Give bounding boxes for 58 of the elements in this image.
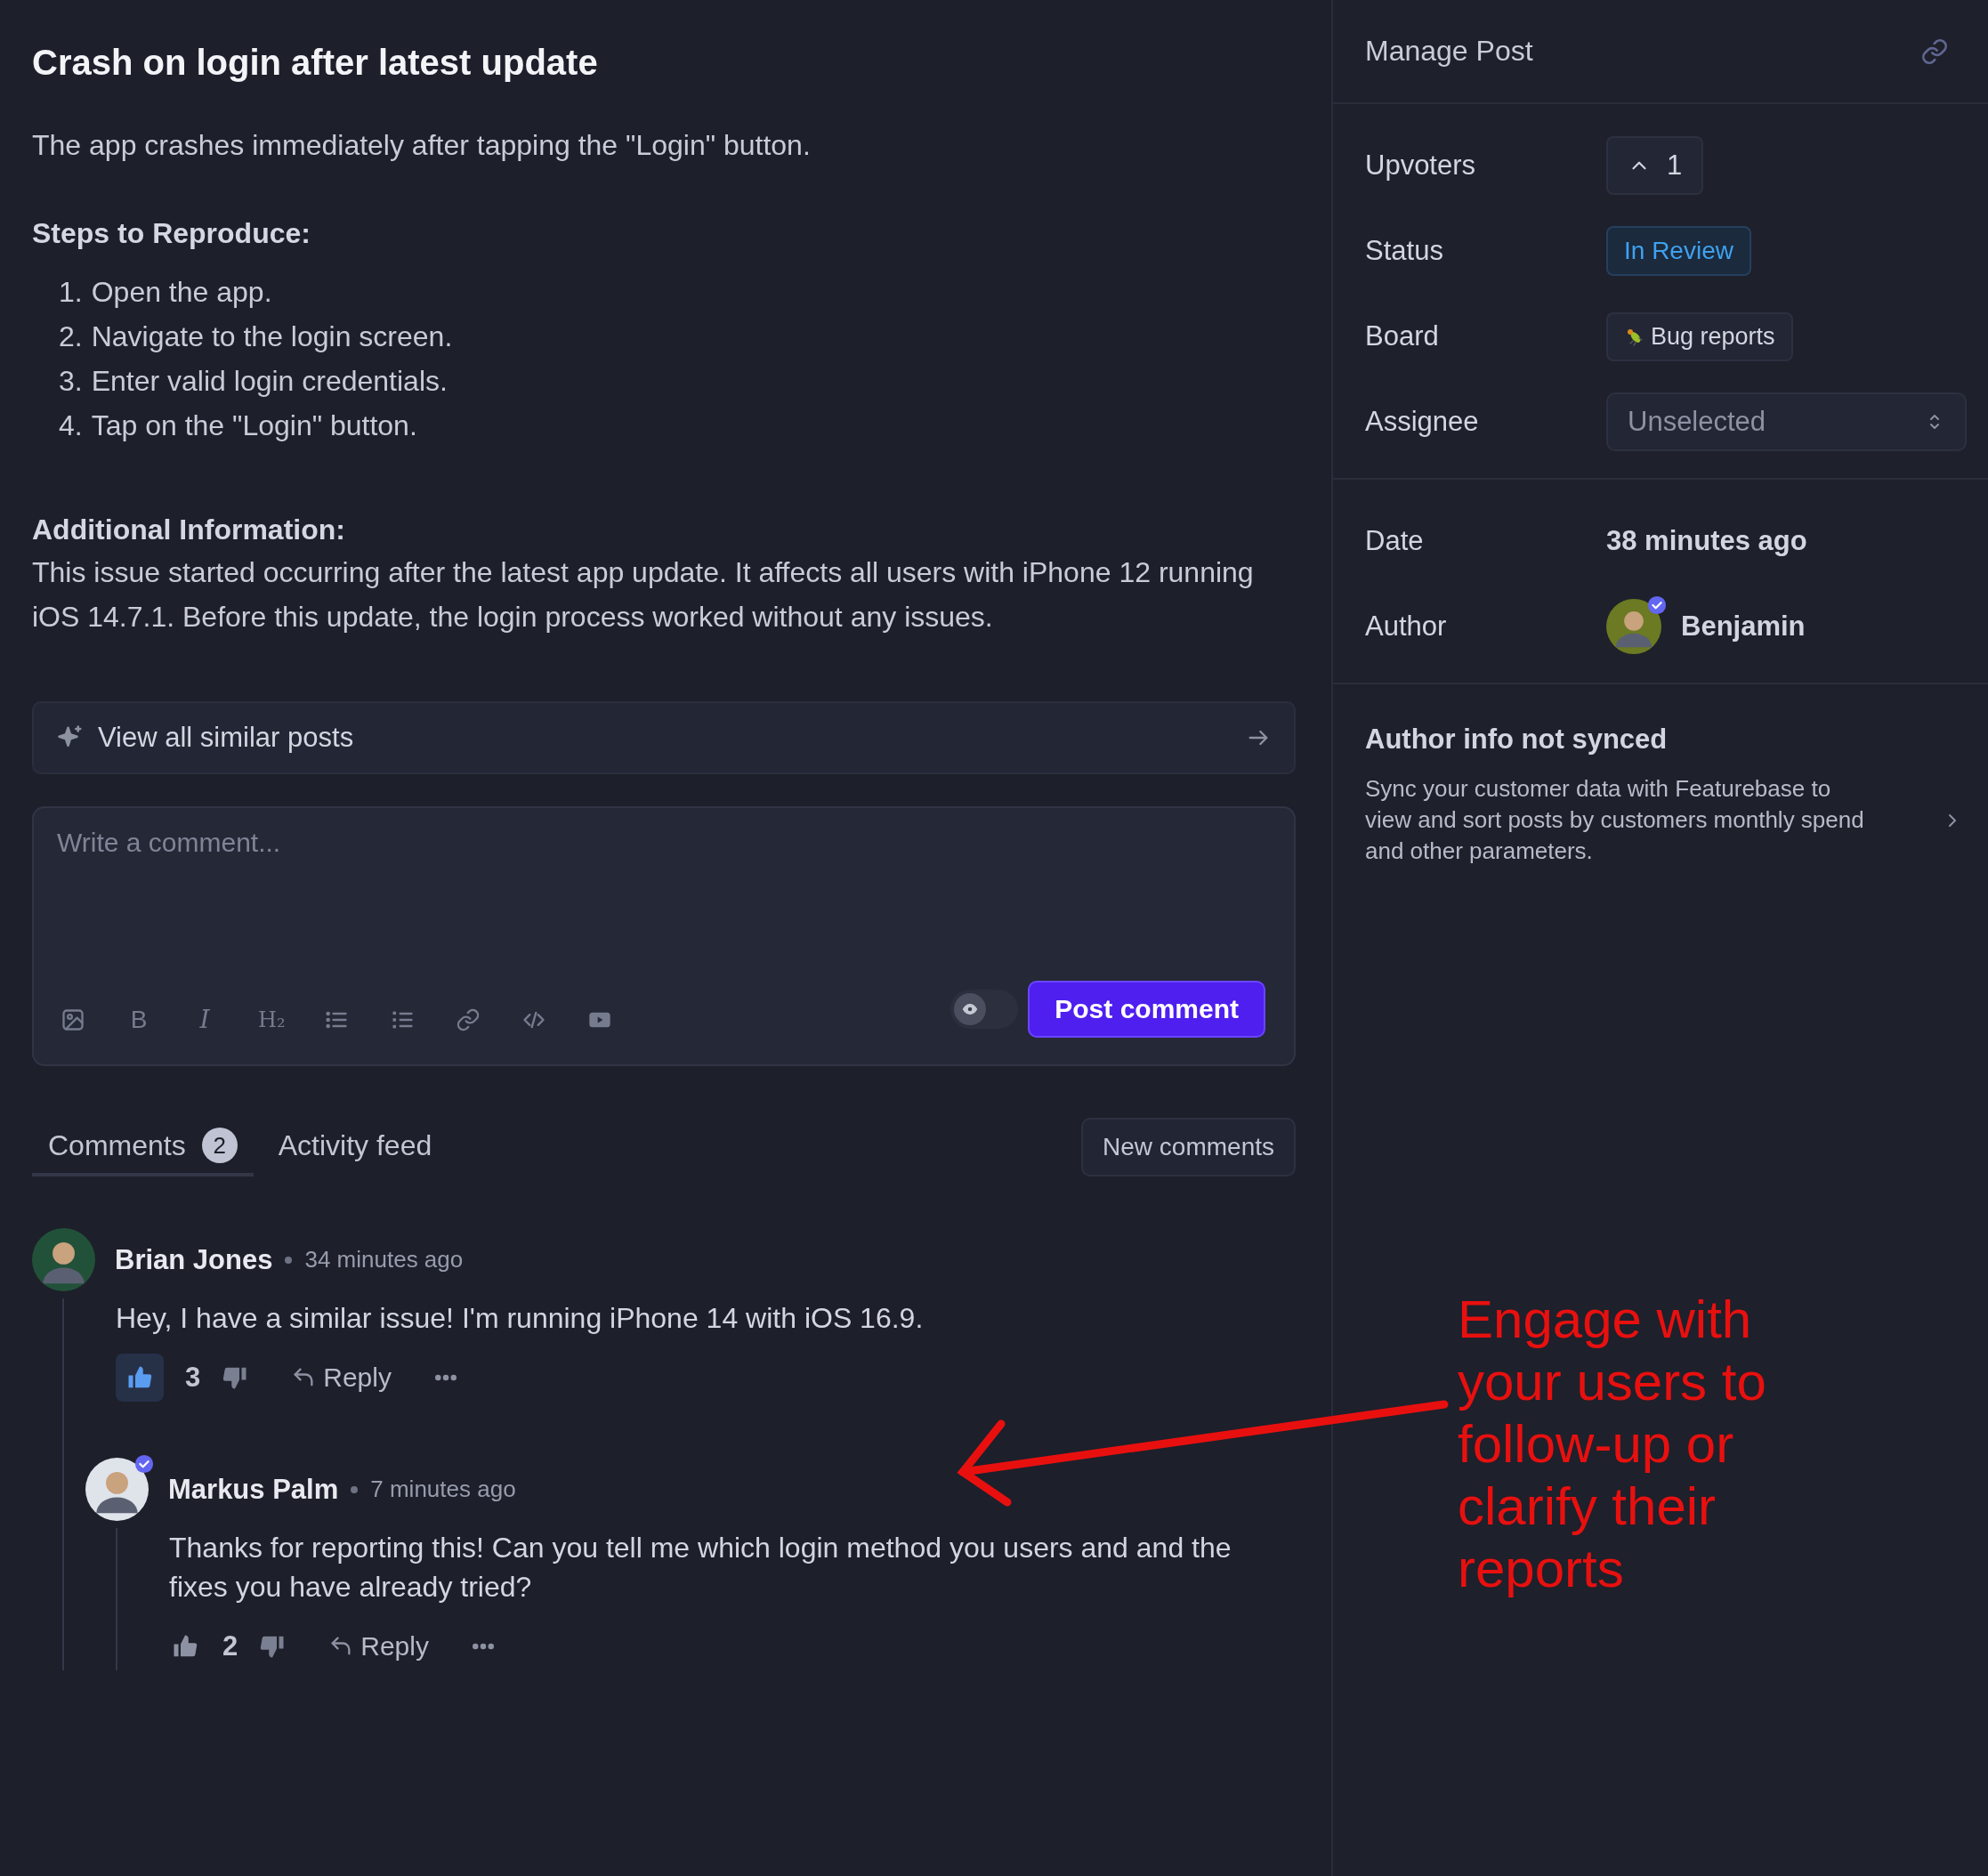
new-comments-button[interactable]: New comments bbox=[1081, 1118, 1296, 1177]
comment-text: Thanks for reporting this! Can you tell me which login method you users and and the fixes you have already tried? bbox=[169, 1531, 1232, 1605]
count-badge: 2 bbox=[201, 1128, 238, 1163]
comment-time: 34 minutes ago bbox=[304, 1246, 464, 1274]
list-item-text: Navigate to the login screen. bbox=[91, 319, 453, 354]
comment-field[interactable]: Write a comment... B I H₂ Post comment bbox=[32, 806, 1296, 1066]
list-number: 1. bbox=[59, 275, 83, 310]
list-number: 4. bbox=[59, 408, 83, 443]
comment-text: Hey, I have a similar issue! I'm running iPhone 14 with iOS 16.9. bbox=[116, 1301, 925, 1336]
post-text: The app crashes immediately after tapping the "Login" button. bbox=[32, 128, 812, 163]
list-number: 2. bbox=[59, 319, 83, 354]
field-label: Date bbox=[1365, 525, 1425, 557]
upvote-button[interactable]: 1 bbox=[1606, 136, 1704, 195]
board-tag[interactable]: Bug reports bbox=[1606, 311, 1793, 361]
assignee-select[interactable]: Unselected bbox=[1606, 392, 1967, 451]
comment-time: 7 minutes ago bbox=[370, 1476, 516, 1503]
like-count: 2 bbox=[222, 1630, 238, 1662]
reply-button[interactable]: Reply bbox=[291, 1363, 392, 1393]
eye-icon bbox=[962, 1001, 978, 1017]
field-value: 38 minutes ago bbox=[1606, 525, 1807, 557]
similar-posts-bar[interactable]: View all similar posts bbox=[32, 701, 1296, 774]
list-number: 3. bbox=[59, 364, 83, 399]
visibility-toggle[interactable] bbox=[950, 990, 1018, 1029]
separator-dot bbox=[285, 1256, 293, 1264]
sync-text: Sync your customer data with Featurebase to view and sort posts by customers monthly spend and other parameters. bbox=[1365, 774, 1865, 866]
list-item-text: Tap on the "Login" button. bbox=[91, 408, 417, 443]
sync-title: Author info not synced bbox=[1365, 724, 1669, 756]
like-button[interactable] bbox=[116, 1354, 164, 1402]
post-comment-button[interactable]: Post comment bbox=[1028, 981, 1265, 1038]
panel-title: Manage Post bbox=[1365, 35, 1533, 68]
field-label: Board bbox=[1365, 320, 1440, 352]
link-icon[interactable] bbox=[456, 1007, 481, 1032]
field-label: Status bbox=[1365, 235, 1444, 267]
post-text: This issue started occurring after the latest app update. It affects all users with iPhone 12 running iOS 14.7.1. Before this update, the login process worked without any issues. bbox=[32, 555, 1255, 635]
avatar bbox=[1606, 599, 1661, 654]
avatar bbox=[85, 1458, 149, 1521]
section-heading: Additional Information: bbox=[32, 513, 346, 546]
tab[interactable]: Activity feed bbox=[262, 1118, 449, 1177]
annotation-text: Engage with your users to follow-up or clarify their reports bbox=[1458, 1289, 1767, 1600]
status-tag[interactable]: In Review bbox=[1606, 226, 1751, 276]
post-title: Crash on login after latest update bbox=[32, 43, 599, 83]
tab[interactable]: Comments 2 bbox=[32, 1118, 254, 1177]
separator-dot bbox=[351, 1485, 359, 1493]
image-icon[interactable] bbox=[61, 1007, 85, 1032]
list-item-text: Open the app. bbox=[91, 275, 272, 310]
link-icon[interactable] bbox=[1920, 36, 1949, 66]
author-name: Benjamin bbox=[1681, 611, 1806, 643]
like-count: 3 bbox=[185, 1362, 201, 1394]
field-label: Author bbox=[1365, 611, 1448, 643]
comment-author: Markus Palm bbox=[168, 1473, 339, 1506]
avatar bbox=[32, 1228, 95, 1291]
similar-posts-label: View all similar posts bbox=[98, 722, 355, 754]
list-item-text: Enter valid login credentials. bbox=[91, 364, 448, 399]
reply-button[interactable]: Reply bbox=[328, 1631, 429, 1662]
section-heading: Steps to Reproduce: bbox=[32, 217, 311, 250]
field-label: Assignee bbox=[1365, 406, 1480, 438]
comment-author: Brian Jones bbox=[115, 1243, 273, 1276]
field-label: Upvoters bbox=[1365, 150, 1477, 182]
